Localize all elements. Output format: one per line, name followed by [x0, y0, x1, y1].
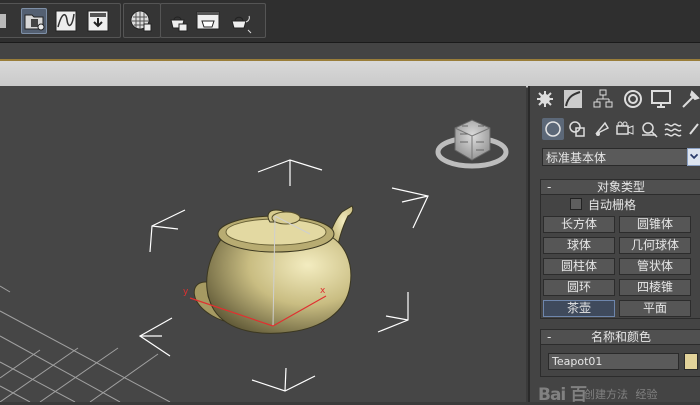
creation-method-rollout-header[interactable]: 创建方法 经验 — [584, 386, 658, 402]
modify-tab-icon[interactable] — [562, 88, 584, 110]
systems-icon[interactable] — [686, 118, 700, 140]
box-button[interactable]: 长方体 — [543, 216, 615, 233]
category-dropdown-arrow[interactable] — [687, 148, 700, 166]
render-frame-window-icon[interactable] — [195, 8, 221, 34]
helpers-icon[interactable] — [638, 118, 660, 140]
lights-icon[interactable] — [590, 118, 612, 140]
pyramid-button[interactable]: 四棱锥 — [619, 279, 691, 296]
rollout-collapse-icon: - — [547, 180, 552, 194]
shapes-icon[interactable] — [566, 118, 588, 140]
cone-button[interactable]: 圆锥体 — [619, 216, 691, 233]
gizmo-x-label: x — [320, 286, 326, 296]
auto-grid-checkbox[interactable]: 自动栅格 — [570, 198, 636, 212]
command-panel: 标准基本体 - 对象类型 自动栅格 长方体 圆锥体 球体 几何球体 圆柱体 管状… — [528, 86, 700, 405]
viewcube[interactable] — [435, 119, 509, 169]
geometry-icon[interactable] — [542, 118, 564, 140]
cameras-icon[interactable] — [614, 118, 636, 140]
sphere-button[interactable]: 球体 — [543, 237, 615, 254]
material-editor-icon[interactable] — [128, 8, 154, 34]
ribbon-bar — [0, 59, 700, 88]
watermark-text: 经验 — [635, 388, 658, 401]
space-warps-icon[interactable] — [662, 118, 684, 140]
object-type-title: 对象类型 — [596, 180, 645, 194]
create-subtabs — [530, 116, 700, 142]
quick-render-icon[interactable] — [227, 8, 253, 34]
creation-method-title: 创建方法 — [584, 388, 628, 401]
render-setup-icon[interactable] — [165, 8, 191, 34]
name-color-title: 名称和颜色 — [590, 330, 651, 344]
category-dropdown[interactable]: 标准基本体 — [542, 148, 688, 166]
open-file-icon[interactable] — [0, 8, 23, 34]
toolbar-group-1 — [0, 3, 121, 38]
object-color-swatch[interactable] — [684, 353, 698, 370]
toolbar-group-2 — [123, 3, 161, 38]
main-toolbar — [0, 0, 700, 43]
viewport-canvas: y x — [0, 119, 509, 402]
schematic-view-icon[interactable] — [21, 8, 47, 34]
torus-button[interactable]: 圆环 — [543, 279, 615, 296]
display-tab-icon[interactable] — [650, 88, 672, 110]
plane-button[interactable]: 平面 — [619, 300, 691, 317]
gizmo-y-label: y — [183, 287, 189, 297]
rollout-collapse-icon: - — [547, 330, 552, 344]
perspective-viewport[interactable]: y x — [0, 86, 526, 402]
name-color-rollout-header[interactable]: - 名称和颜色 — [540, 329, 700, 345]
cylinder-button[interactable]: 圆柱体 — [543, 258, 615, 275]
tube-button[interactable]: 管状体 — [619, 258, 691, 275]
create-tab-icon[interactable] — [534, 88, 556, 110]
geosphere-button[interactable]: 几何球体 — [619, 237, 691, 254]
home-grid — [0, 285, 171, 402]
watermark-logo: Bai 百 — [538, 385, 587, 405]
teapot-button[interactable]: 茶壶 — [543, 300, 615, 317]
chevron-down-icon — [689, 153, 699, 160]
render-frame-icon[interactable] — [85, 8, 111, 34]
hierarchy-tab-icon[interactable] — [592, 88, 614, 110]
auto-grid-check-icon — [570, 198, 582, 210]
object-name-input[interactable]: Teapot01 — [548, 353, 679, 370]
toolbar-separator — [0, 43, 700, 59]
curve-editor-icon[interactable] — [53, 8, 79, 34]
toolbar-group-3 — [160, 3, 266, 38]
motion-tab-icon[interactable] — [622, 88, 644, 110]
utilities-tab-icon[interactable] — [680, 88, 700, 110]
object-type-rollout-header[interactable]: - 对象类型 — [540, 179, 700, 195]
auto-grid-label: 自动栅格 — [588, 198, 637, 212]
command-panel-tabs — [530, 86, 700, 112]
